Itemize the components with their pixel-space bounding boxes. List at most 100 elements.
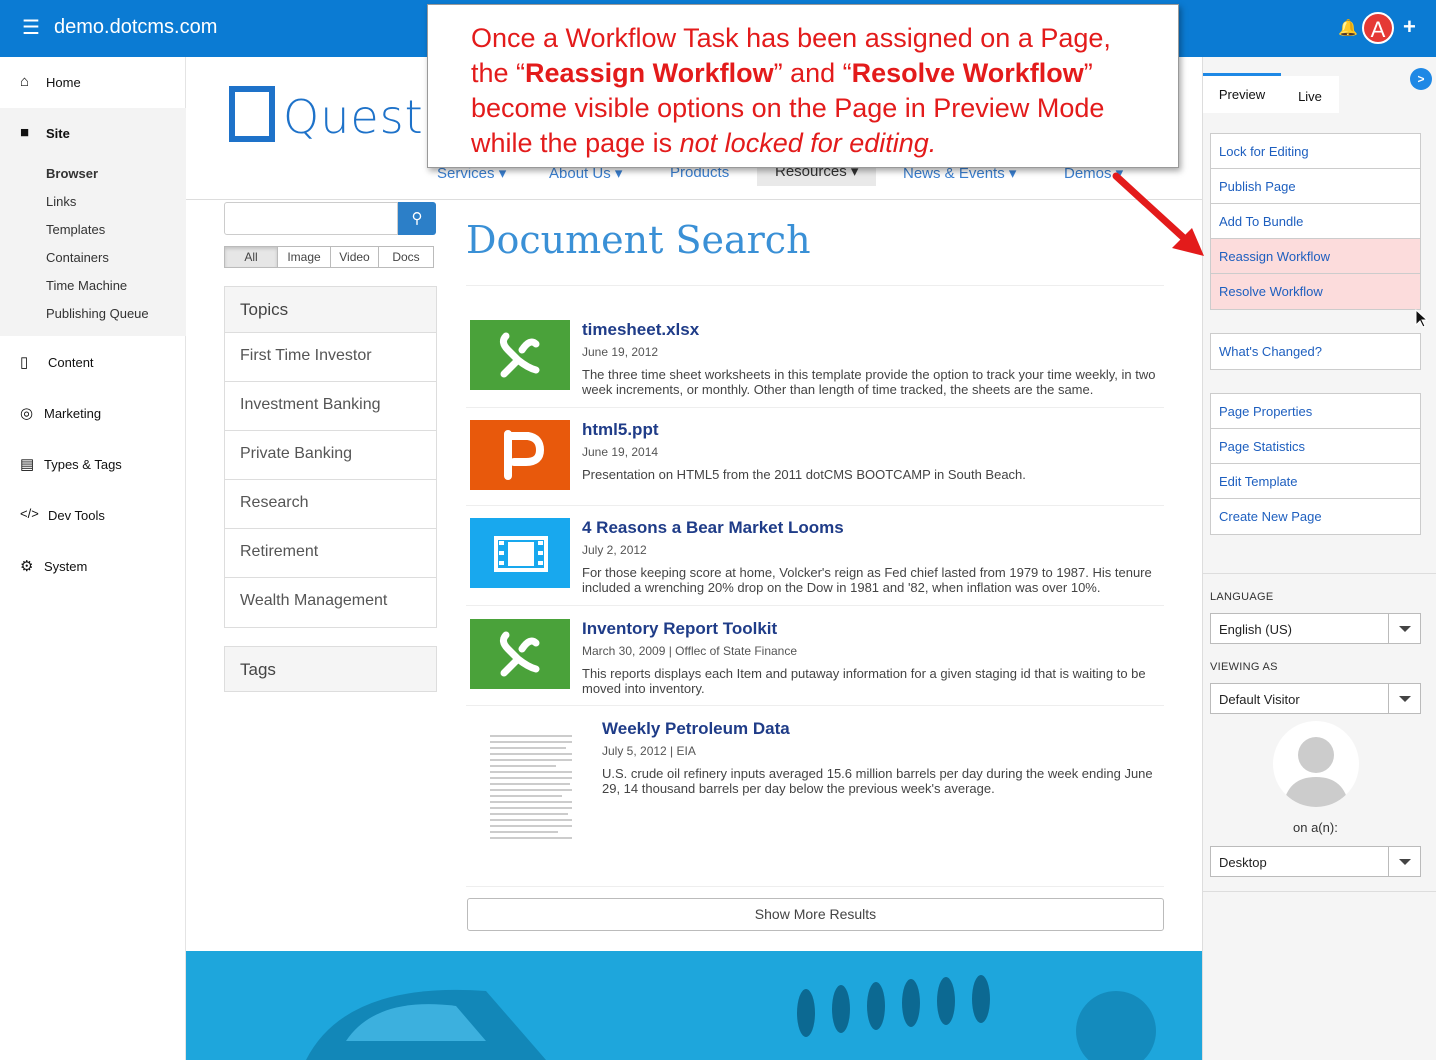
annotation-line: ” and “ [773, 58, 852, 88]
annotation-emphasis: not locked for editing. [679, 128, 937, 158]
add-icon[interactable]: + [1403, 14, 1416, 40]
page-actions: Lock for Editing Publish Page Add To Bun… [1210, 133, 1421, 310]
gear-icon: ⚙ [20, 558, 34, 575]
publish-page-button[interactable]: Publish Page [1211, 169, 1420, 204]
video-icon[interactable] [470, 518, 570, 588]
nav-site[interactable]: ■ Site [0, 114, 186, 154]
page-title: Document Search [466, 218, 811, 262]
search-icon: ⚲ [411, 210, 423, 227]
nav-marketing[interactable]: ◎ Marketing [0, 394, 186, 434]
excel-icon[interactable] [470, 619, 570, 689]
nav-site-containers[interactable]: Containers [46, 250, 109, 265]
tab-live[interactable]: Live [1281, 76, 1339, 113]
left-navigation: ⌂ Home ■ Site Browser Links Templates Co… [0, 57, 186, 1060]
language-select[interactable]: English (US) [1210, 613, 1421, 644]
page-statistics-button[interactable]: Page Statistics [1211, 429, 1420, 464]
language-value: English (US) [1219, 622, 1292, 637]
nav-dev-tools[interactable]: </> Dev Tools [0, 496, 186, 536]
persona-select[interactable]: Default Visitor [1210, 683, 1421, 714]
divider [1202, 573, 1436, 574]
language-label: LANGUAGE [1210, 591, 1274, 603]
result-description: This reports displays each Item and puta… [582, 666, 1146, 696]
search-result: 4 Reasons a Bear Market Looms July 2, 20… [466, 506, 1164, 606]
result-title[interactable]: html5.ppt [582, 420, 659, 440]
result-meta: March 30, 2009 | Offlec of State Finance [582, 644, 798, 658]
search-filters: All Image Video Docs [224, 246, 434, 268]
mouse-cursor-icon [1415, 309, 1429, 328]
result-meta: July 2, 2012 [582, 543, 647, 557]
banner-image [186, 951, 1202, 1060]
tags-heading[interactable]: Tags [224, 646, 437, 692]
chevron-down-icon [1388, 614, 1420, 643]
resolve-workflow-button[interactable]: Resolve Workflow [1211, 274, 1420, 309]
nav-home-label: Home [46, 75, 81, 90]
result-description: The three time sheet worksheets in this … [582, 367, 1156, 397]
show-more-button[interactable]: Show More Results [467, 898, 1164, 931]
document-thumbnail[interactable] [486, 730, 576, 842]
user-avatar[interactable]: A [1362, 12, 1394, 44]
annotation-emphasis: Reassign Workflow [525, 58, 774, 88]
file-icon: ▤ [20, 456, 35, 473]
topics-heading: Topics [225, 287, 436, 333]
nav-types-tags[interactable]: ▤ Types & Tags [0, 445, 186, 485]
annotation-line: ” [1083, 58, 1093, 88]
nav-home[interactable]: ⌂ Home [0, 63, 186, 103]
bell-icon[interactable]: 🔔 [1338, 18, 1358, 38]
topic-item[interactable]: Private Banking [225, 431, 436, 480]
divider [466, 285, 1164, 286]
hamburger-menu-icon[interactable]: ☰ [22, 18, 40, 38]
topic-item[interactable]: First Time Investor [225, 333, 436, 382]
filter-docs[interactable]: Docs [378, 246, 434, 268]
whats-changed-group: What's Changed? [1210, 333, 1421, 370]
result-title[interactable]: 4 Reasons a Bear Market Looms [582, 518, 844, 538]
create-new-page-button[interactable]: Create New Page [1211, 499, 1420, 534]
filter-video[interactable]: Video [330, 246, 379, 268]
whats-changed-button[interactable]: What's Changed? [1211, 334, 1420, 369]
nav-site-publishing-queue[interactable]: Publishing Queue [46, 306, 149, 321]
code-icon: </> [20, 506, 39, 521]
nav-types-tags-label: Types & Tags [44, 457, 122, 472]
powerpoint-icon[interactable] [470, 420, 570, 490]
nav-site-time-machine[interactable]: Time Machine [46, 278, 127, 293]
search-input[interactable] [224, 202, 398, 235]
add-to-bundle-button[interactable]: Add To Bundle [1211, 204, 1420, 239]
nav-site-links[interactable]: Links [46, 194, 76, 209]
result-title[interactable]: Inventory Report Toolkit [582, 619, 777, 639]
nav-marketing-label: Marketing [44, 406, 102, 421]
result-description: U.S. crude oil refinery inputs averaged … [602, 766, 1153, 796]
filter-image[interactable]: Image [277, 246, 331, 268]
result-title[interactable]: Weekly Petroleum Data [602, 719, 790, 739]
collapse-panel-icon[interactable]: > [1410, 68, 1432, 90]
site-name[interactable]: demo.dotcms.com [54, 16, 217, 39]
nav-system[interactable]: ⚙ System [0, 547, 186, 587]
topic-item[interactable]: Wealth Management [225, 578, 436, 627]
tab-preview[interactable]: Preview [1203, 73, 1281, 113]
reassign-workflow-button[interactable]: Reassign Workflow [1211, 239, 1420, 274]
nav-content[interactable]: ▯ Content [0, 343, 186, 383]
search-button[interactable]: ⚲ [398, 202, 436, 235]
excel-icon[interactable] [470, 320, 570, 390]
home-icon: ⌂ [20, 73, 30, 90]
edit-template-button[interactable]: Edit Template [1211, 464, 1420, 499]
annotation-line: Once a Workflow Task has been assigned o… [471, 23, 1111, 53]
result-meta: July 5, 2012 | EIA [602, 744, 696, 758]
device-select[interactable]: Desktop [1210, 846, 1421, 877]
device-label: on a(n): [1293, 820, 1338, 835]
topic-item[interactable]: Investment Banking [225, 382, 436, 431]
topic-item[interactable]: Research [225, 480, 436, 529]
nav-site-templates[interactable]: Templates [46, 222, 105, 237]
lock-for-editing-button[interactable]: Lock for Editing [1211, 134, 1420, 169]
viewing-as-label: VIEWING AS [1210, 661, 1278, 673]
logo-text: Quest [283, 90, 424, 144]
page-properties-button[interactable]: Page Properties [1211, 394, 1420, 429]
result-title[interactable]: timesheet.xlsx [582, 320, 699, 340]
nav-site-browser[interactable]: Browser [46, 166, 98, 181]
search-result: Inventory Report Toolkit March 30, 2009 … [466, 606, 1164, 706]
chevron-down-icon [1388, 684, 1420, 713]
topic-item[interactable]: Retirement [225, 529, 436, 578]
sitemap-icon: ■ [20, 124, 30, 141]
annotation-line: become visible options on the Page in Pr… [471, 93, 1105, 123]
folder-icon: ▯ [20, 354, 29, 371]
search-result: Weekly Petroleum Data July 5, 2012 | EIA… [466, 706, 1164, 846]
filter-all[interactable]: All [224, 246, 278, 268]
